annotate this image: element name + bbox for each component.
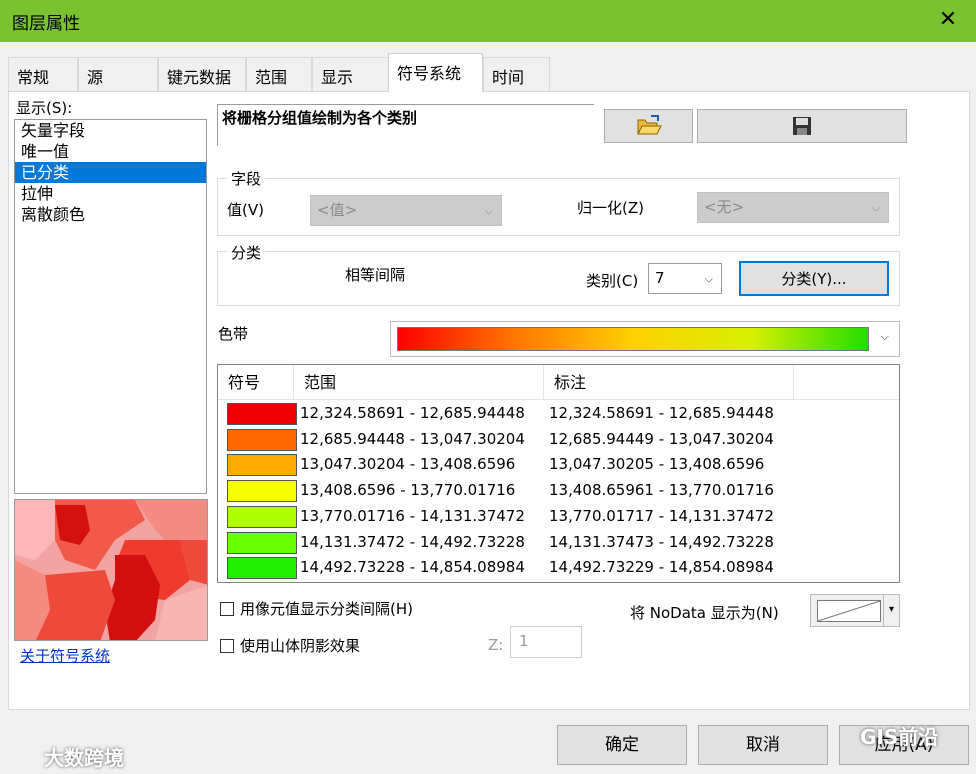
normalization-select-text: <无>	[704, 198, 745, 216]
color-ramp-gradient	[397, 327, 869, 351]
class-label-cell[interactable]: 14,492.73229 - 14,854.08984	[549, 558, 774, 576]
chevron-down-icon: ⌵	[880, 330, 889, 343]
class-range-cell[interactable]: 13,047.30204 - 13,408.6596	[300, 455, 515, 473]
classes-label: 类别(C)	[586, 272, 639, 290]
value-select-text: <值>	[317, 201, 358, 219]
pixel-interval-option[interactable]: 用像元值显示分类间隔(H)	[220, 598, 413, 619]
tab-display[interactable]: 显示	[312, 57, 392, 91]
class-symbol-swatch[interactable]	[227, 480, 297, 503]
class-symbol-swatch[interactable]	[227, 505, 297, 528]
renderer-list[interactable]: 矢量字段 唯一值 已分类 拉伸 离散颜色	[14, 119, 207, 494]
watermark-left: 大数跨境	[44, 746, 124, 770]
pixel-interval-checkbox[interactable]	[220, 602, 234, 616]
renderer-item-stretch[interactable]: 拉伸	[15, 183, 206, 204]
cancel-button[interactable]: 取消	[698, 725, 828, 765]
column-header-empty	[794, 365, 899, 400]
title-bar: 图层属性 ✕	[0, 0, 976, 42]
table-row[interactable]: 13,408.6596 - 13,770.01716 13,408.65961 -…	[218, 479, 898, 505]
normalization-label: 归一化(Z)	[577, 199, 644, 217]
renderer-item-classified[interactable]: 已分类	[15, 162, 206, 183]
symbology-preview-image	[14, 499, 208, 641]
table-row[interactable]: 13,047.30204 - 13,408.6596 13,047.30205 -…	[218, 453, 898, 479]
class-label-cell[interactable]: 14,131.37473 - 14,492.73228	[549, 533, 774, 551]
renderer-description: 将栅格分组值绘制为各个类别	[217, 104, 594, 146]
table-row[interactable]: 14,492.73228 - 14,854.08984 14,492.73229 …	[218, 556, 898, 582]
class-label-cell[interactable]: 12,685.94449 - 13,047.30204	[549, 430, 774, 448]
table-row[interactable]: 12,685.94448 - 13,047.30204 12,685.94449 …	[218, 428, 898, 454]
classes-select[interactable]: 7 ⌵	[648, 263, 722, 294]
class-label-cell[interactable]: 12,324.58691 - 12,685.94448	[549, 404, 774, 422]
class-symbol-swatch[interactable]	[227, 454, 297, 477]
about-symbology-link[interactable]: 关于符号系统	[20, 645, 110, 666]
class-range-cell[interactable]: 13,770.01716 - 14,131.37472	[300, 507, 525, 525]
chevron-down-icon: ⌵	[871, 201, 880, 214]
tab-extent[interactable]: 范围	[246, 57, 312, 91]
class-table[interactable]: 符号 范围 标注 12,324.58691 - 12,685.94448 12,3…	[217, 364, 900, 583]
pixel-interval-label: 用像元值显示分类间隔(H)	[240, 600, 413, 618]
field-group-title: 字段	[227, 168, 266, 189]
nodata-color-picker[interactable]: ▾	[810, 594, 900, 627]
tab-general[interactable]: 常规	[8, 57, 78, 91]
z-label: Z:	[488, 636, 504, 654]
class-label-cell[interactable]: 13,770.01717 - 14,131.37472	[549, 507, 774, 525]
normalization-select[interactable]: <无> ⌵	[697, 192, 889, 223]
class-symbol-swatch[interactable]	[227, 557, 297, 580]
class-symbol-swatch[interactable]	[227, 428, 297, 451]
tab-time[interactable]: 时间	[483, 57, 550, 91]
tab-symbology[interactable]: 符号系统	[388, 53, 483, 92]
chevron-down-icon: ⌵	[484, 204, 493, 217]
column-header-range[interactable]: 范围	[294, 365, 544, 400]
class-range-cell[interactable]: 13,408.6596 - 13,770.01716	[300, 481, 515, 499]
chevron-down-icon: ⌵	[704, 272, 713, 285]
hillshade-option[interactable]: 使用山体阴影效果	[220, 635, 360, 656]
ok-button[interactable]: 确定	[557, 725, 687, 765]
value-label: 值(V)	[227, 201, 264, 219]
color-ramp-select[interactable]: ⌵	[390, 321, 900, 357]
classify-button[interactable]: 分类(Y)...	[739, 261, 889, 296]
hillshade-label: 使用山体阴影效果	[240, 637, 361, 655]
classification-group-title: 分类	[227, 242, 266, 263]
tab-key-metadata[interactable]: 键元数据	[158, 57, 246, 91]
class-label-cell[interactable]: 13,408.65961 - 13,770.01716	[549, 481, 774, 499]
table-row[interactable]: 12,324.58691 - 12,685.94448 12,324.58691 …	[218, 402, 898, 428]
hillshade-checkbox[interactable]	[220, 639, 234, 653]
renderer-item-discrete-color[interactable]: 离散颜色	[15, 204, 206, 225]
close-icon[interactable]: ✕	[934, 6, 962, 34]
renderer-item-unique-values[interactable]: 唯一值	[15, 141, 206, 162]
class-range-cell[interactable]: 14,131.37472 - 14,492.73228	[300, 533, 525, 551]
folder-open-icon	[636, 115, 662, 135]
classification-method: 相等间隔	[345, 266, 406, 284]
save-disk-icon	[793, 117, 811, 135]
table-row[interactable]: 14,131.37472 - 14,492.73228 14,131.37473 …	[218, 531, 898, 557]
watermark-right: GIS前沿	[860, 725, 939, 749]
class-range-cell[interactable]: 12,324.58691 - 12,685.94448	[300, 404, 525, 422]
column-header-symbol[interactable]: 符号	[218, 365, 294, 400]
no-color-swatch-icon	[817, 600, 881, 622]
nodata-label: 将 NoData 显示为(N)	[630, 604, 779, 622]
classes-select-text: 7	[655, 269, 665, 287]
load-symbology-button[interactable]	[604, 109, 693, 143]
dropdown-arrow-icon: ▾	[883, 595, 899, 626]
class-range-cell[interactable]: 14,492.73228 - 14,854.08984	[300, 558, 525, 576]
class-range-cell[interactable]: 12,685.94448 - 13,047.30204	[300, 430, 525, 448]
column-header-label[interactable]: 标注	[544, 365, 794, 400]
value-select[interactable]: <值> ⌵	[310, 195, 502, 226]
tab-source[interactable]: 源	[78, 57, 158, 91]
renderer-item-vector-field[interactable]: 矢量字段	[15, 120, 206, 141]
color-ramp-label: 色带	[218, 325, 249, 343]
table-row[interactable]: 13,770.01716 - 14,131.37472 13,770.01717 …	[218, 505, 898, 531]
z-factor-input[interactable]: 1	[510, 626, 582, 658]
show-label: 显示(S):	[16, 99, 73, 117]
class-symbol-swatch[interactable]	[227, 531, 297, 554]
window-title: 图层属性	[12, 14, 80, 34]
save-symbology-button[interactable]	[697, 109, 907, 143]
class-label-cell[interactable]: 13,047.30205 - 13,408.6596	[549, 455, 764, 473]
class-symbol-swatch[interactable]	[227, 403, 297, 425]
